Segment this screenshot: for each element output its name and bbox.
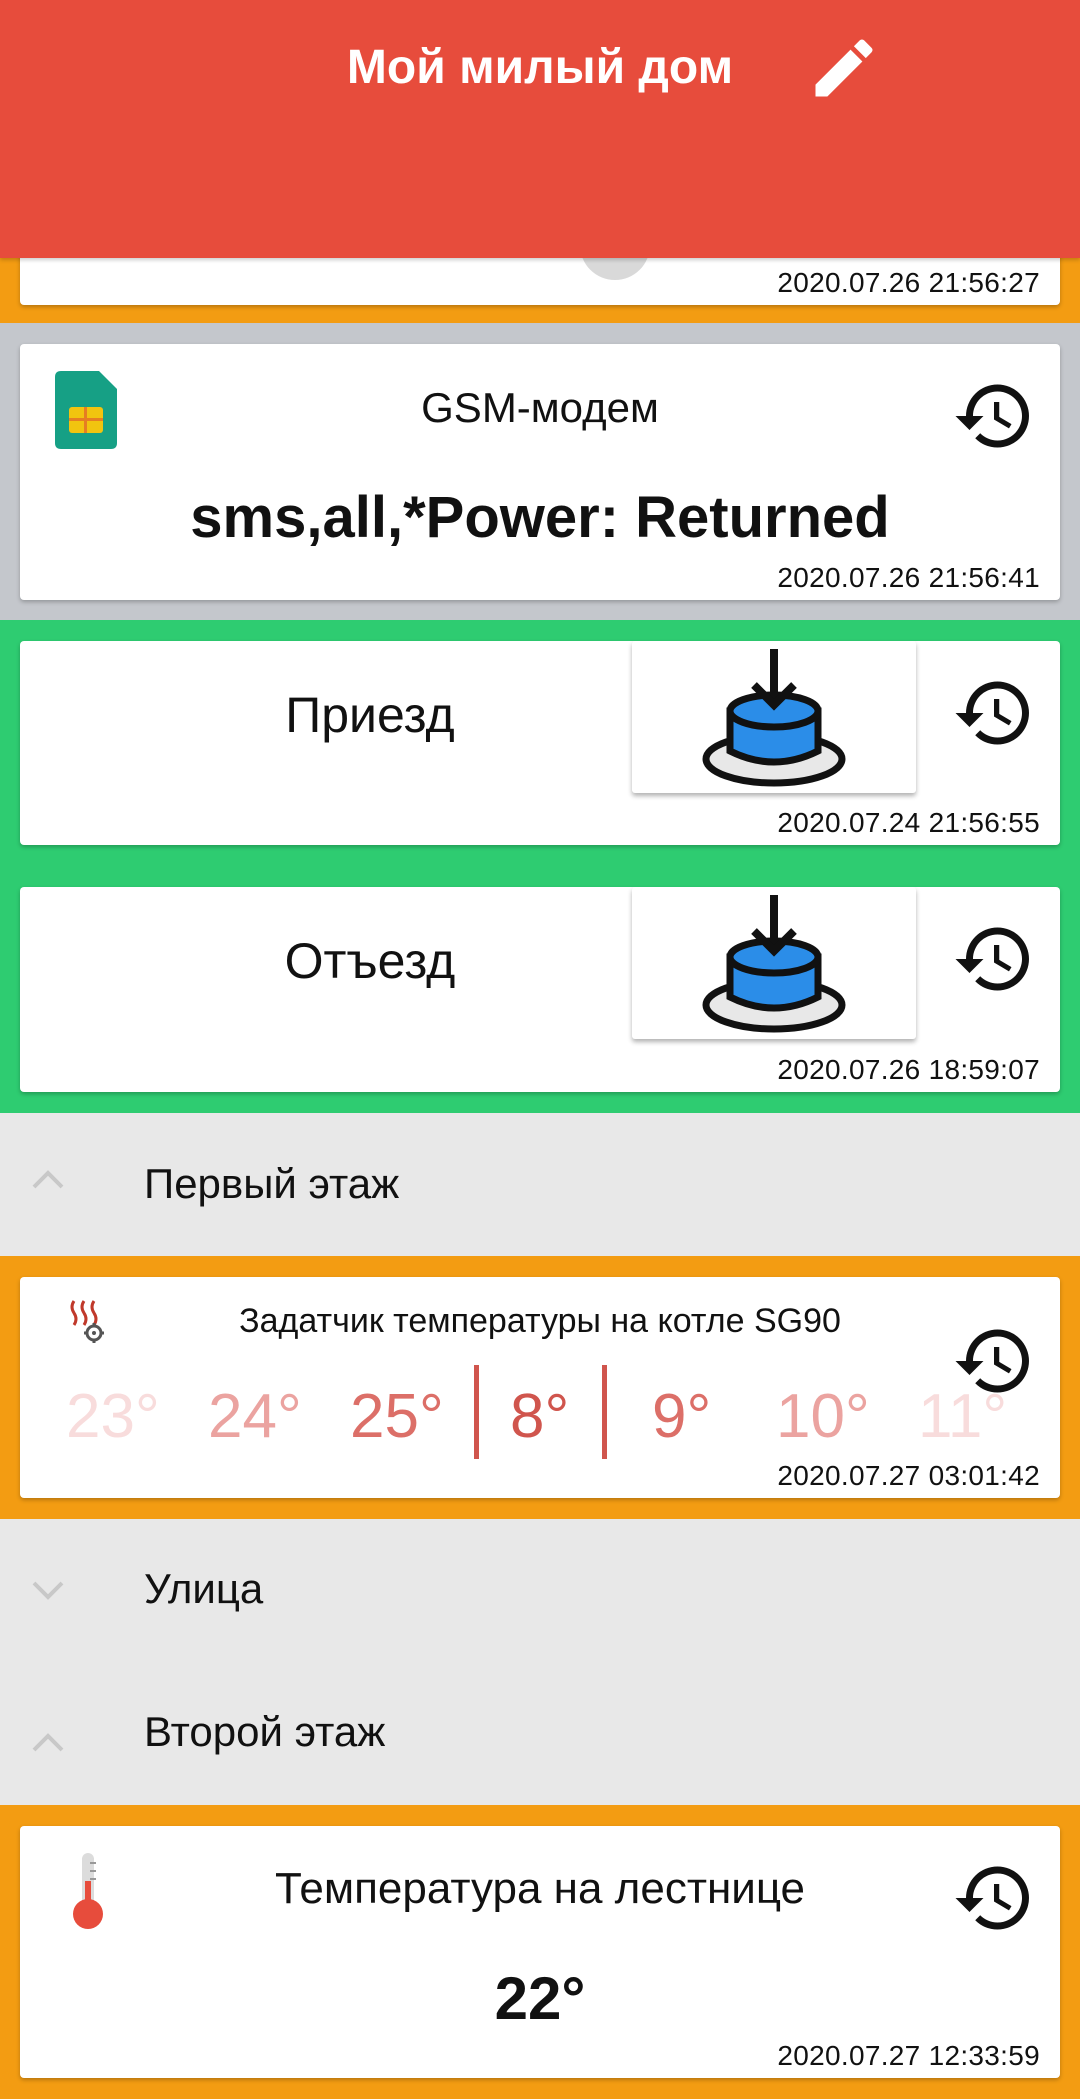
card-arrival[interactable]: Приезд 2020.07.24 21:56:55 [20,641,1060,845]
chevron-up-icon [32,1733,64,1752]
option-value[interactable]: 10° [776,1381,870,1452]
card-gsm-modem[interactable]: GSM-модем sms,all,*Power: Returned 2020.… [20,344,1060,600]
section-title: Улица [144,1565,264,1612]
history-icon[interactable] [952,1319,1036,1403]
pencil-icon[interactable] [806,30,882,106]
option-value[interactable]: 9° [652,1381,711,1452]
departure-label: Отъезд [284,933,456,989]
card-stairs-temperature[interactable]: Температура на лестнице 22° 2020.07.27 1… [20,1826,1060,2078]
timestamp: 2020.07.26 18:59:07 [777,1054,1040,1085]
arrival-button[interactable] [632,641,916,793]
section-header-first-floor[interactable]: Первый этаж [0,1113,1080,1256]
selector-divider-left [474,1365,479,1459]
card-departure[interactable]: Отъезд 2020.07.26 18:59:07 [20,887,1060,1092]
timestamp: 2020.07.27 03:01:42 [777,1460,1040,1491]
section-header-second-floor[interactable]: Второй этаж [0,1662,1080,1805]
history-icon[interactable] [952,1856,1036,1940]
page-title: Мой милый дом [346,41,734,94]
timestamp: 2020.07.27 12:33:59 [777,2040,1040,2071]
save-download-icon [702,895,846,1033]
timestamp: 2020.07.26 21:56:41 [777,562,1040,593]
option-value[interactable]: 25° [350,1381,444,1452]
timestamp: 2020.07.24 21:56:55 [777,807,1040,838]
gsm-title: GSM-модем [421,384,659,431]
departure-button[interactable] [632,887,916,1039]
card-boiler-setpoint[interactable]: Задатчик температуры на котле SG90 23° 2… [20,1277,1060,1498]
stairs-value: 22° [494,1965,586,2032]
timestamp: 2020.07.26 21:56:27 [777,267,1040,298]
section-title: Первый этаж [144,1160,400,1207]
option-value[interactable]: 23° [66,1381,160,1452]
arrival-label: Приезд [285,687,455,743]
chevron-down-icon [32,1581,64,1600]
gsm-value: sms,all,*Power: Returned [190,485,890,550]
history-icon[interactable] [952,374,1036,458]
selected-value[interactable]: 8° [510,1381,569,1452]
save-download-icon [702,649,846,787]
chevron-up-icon [32,1170,64,1189]
app-header: Мой милый дом [0,0,1080,258]
history-icon[interactable] [952,671,1036,755]
card-top-partial[interactable]: 2020.07.26 21:56:27 [20,250,1060,305]
stairs-title: Температура на лестнице [274,1864,806,1913]
option-value[interactable]: 24° [208,1381,302,1452]
selector-divider-right [602,1365,607,1459]
history-icon[interactable] [952,917,1036,1001]
section-header-street[interactable]: Улица [0,1519,1080,1662]
section-title: Второй этаж [144,1708,386,1755]
